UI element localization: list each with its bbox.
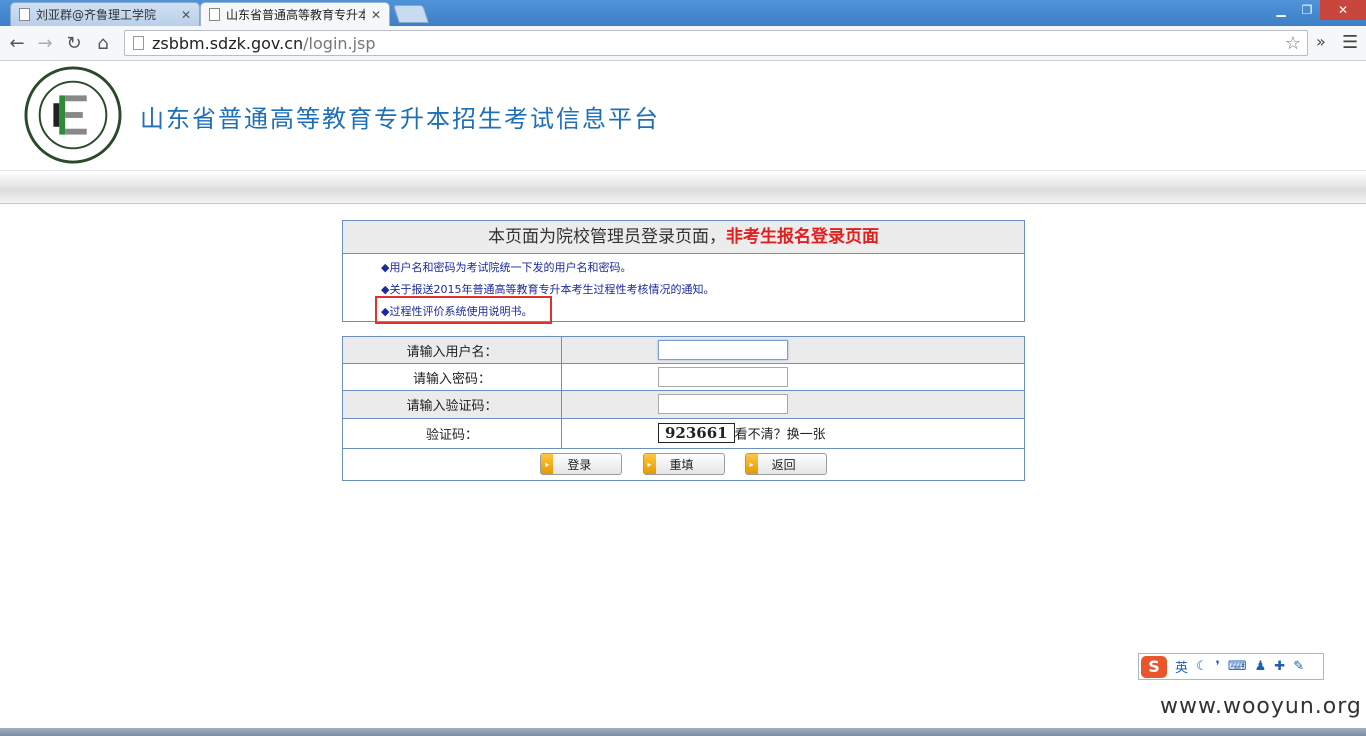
browser-tab-bar: 刘亚群@齐鲁理工学院 ✕ 山东省普通高等教育专升本 ✕ ▁ ❐ ✕ xyxy=(0,0,1366,26)
minimize-icon[interactable]: ▁ xyxy=(1268,0,1294,20)
username-cell xyxy=(561,335,1025,365)
password-input[interactable] xyxy=(658,367,788,388)
close-tab-icon[interactable]: ✕ xyxy=(371,8,381,22)
star-icon[interactable]: ☆ xyxy=(1285,33,1301,54)
button-cell: ▸ 登录 ▸ 重填 ▸ 返回 xyxy=(342,447,1025,482)
tab-label: 刘亚群@齐鲁理工学院 xyxy=(36,8,157,22)
password-label: 请输入密码： xyxy=(342,363,562,392)
keyboard-icon[interactable]: ⌨ xyxy=(1228,659,1247,674)
arrow-right-icon: ▸ xyxy=(643,454,656,475)
page-title: 山东省普通高等教育专升本招生考试信息平台 xyxy=(140,105,660,133)
tab-inactive[interactable]: 刘亚群@齐鲁理工学院 ✕ xyxy=(10,2,200,26)
captcha-label: 验证码： xyxy=(342,417,562,449)
extensions-chevron-icon[interactable]: » xyxy=(1316,32,1326,51)
tab-label: 山东省普通高等教育专升本 xyxy=(226,8,365,22)
window-controls: ▁ ❐ ✕ xyxy=(1268,0,1366,20)
login-form: 请输入用户名： 请输入密码： 请输入验证码： 验证码： 923661 看不清？换一… xyxy=(342,335,1025,482)
back-button-label: 返回 xyxy=(771,457,796,472)
browser-toolbar: ← → ↻ ⌂ zsbbm.sdzk.gov.cn/login.jsp ☆ » … xyxy=(0,26,1366,61)
login-button-label: 登录 xyxy=(567,457,592,472)
punctuation-icon[interactable]: ❜ xyxy=(1216,659,1220,674)
watermark: www.wooyun.org xyxy=(1160,694,1362,719)
form-row-captcha-input: 请输入验证码： xyxy=(342,390,1025,419)
notice-heading: 本页面为院校管理员登录页面，非考生报名登录页面 xyxy=(343,221,1024,254)
notice-item-text: 关于报送2015年普通高等教育专升本考生过程性考核情况的通知。 xyxy=(389,283,715,296)
form-row-buttons: ▸ 登录 ▸ 重填 ▸ 返回 xyxy=(342,447,1025,482)
page-icon xyxy=(209,8,220,21)
wrench-icon[interactable]: ✎ xyxy=(1293,659,1304,674)
captcha-input[interactable] xyxy=(658,394,788,415)
os-taskbar xyxy=(0,728,1366,736)
ime-toolbar: S 英 ☾ ❜ ⌨ ♟ ✚ ✎ xyxy=(1138,653,1324,680)
username-label: 请输入用户名： xyxy=(342,335,562,365)
back-button[interactable]: ▸ 返回 xyxy=(744,453,827,476)
form-row-username: 请输入用户名： xyxy=(342,335,1025,365)
username-input[interactable] xyxy=(658,340,788,361)
notice-item: ◆用户名和密码为考试院统一下发的用户名和密码。 xyxy=(381,259,631,275)
hamburger-menu-icon[interactable]: ☰ xyxy=(1342,32,1358,53)
page-icon xyxy=(133,36,144,50)
back-arrow-icon[interactable]: ← xyxy=(5,32,29,54)
arrow-right-icon: ▸ xyxy=(745,454,758,475)
close-window-icon[interactable]: ✕ xyxy=(1320,0,1366,20)
login-button[interactable]: ▸ 登录 xyxy=(540,453,623,476)
url-host: zsbbm.sdzk.gov.cn xyxy=(152,33,304,53)
captcha-input-cell xyxy=(561,390,1025,419)
reload-icon[interactable]: ↻ xyxy=(62,32,86,54)
moon-icon[interactable]: ☾ xyxy=(1196,659,1208,674)
new-tab-button[interactable] xyxy=(393,5,429,23)
reset-button[interactable]: ▸ 重填 xyxy=(642,453,725,476)
form-row-password: 请输入密码： xyxy=(342,363,1025,392)
notice-link-2015-report[interactable]: ◆关于报送2015年普通高等教育专升本考生过程性考核情况的通知。 xyxy=(381,281,714,297)
captcha-image[interactable]: 923661 xyxy=(658,423,735,444)
arrow-right-icon: ▸ xyxy=(541,454,554,475)
notice-heading-warning: 非考生报名登录页面 xyxy=(726,227,879,247)
skin-shirt-icon[interactable]: ✚ xyxy=(1274,659,1285,674)
page-icon xyxy=(19,8,30,21)
url-path: /login.jsp xyxy=(303,33,376,53)
close-tab-icon[interactable]: ✕ xyxy=(181,8,191,22)
sogou-logo-icon[interactable]: S xyxy=(1141,655,1167,678)
reset-button-label: 重填 xyxy=(669,457,694,472)
restore-icon[interactable]: ❐ xyxy=(1294,0,1320,20)
captcha-cell: 923661 看不清？换一张 xyxy=(561,417,1025,449)
ime-mode-toggle[interactable]: 英 xyxy=(1175,657,1188,676)
captcha-input-label: 请输入验证码： xyxy=(342,390,562,419)
red-highlight-box xyxy=(375,296,552,324)
form-row-captcha: 验证码： 923661 看不清？换一张 xyxy=(342,417,1025,449)
user-icon[interactable]: ♟ xyxy=(1255,659,1267,674)
forward-arrow-icon[interactable]: → xyxy=(33,32,57,54)
notice-heading-text: 本页面为院校管理员登录页面， xyxy=(488,227,726,247)
address-bar[interactable]: zsbbm.sdzk.gov.cn/login.jsp ☆ xyxy=(124,30,1308,56)
refresh-captcha-link[interactable]: 看不清？换一张 xyxy=(735,428,826,443)
notice-item-text: 用户名和密码为考试院统一下发的用户名和密码。 xyxy=(389,261,632,274)
site-header: 山东省普通高等教育专升本招生考试信息平台 xyxy=(0,61,1366,171)
home-icon[interactable]: ⌂ xyxy=(91,32,115,54)
password-cell xyxy=(561,363,1025,392)
exam-authority-logo xyxy=(24,66,122,164)
header-divider-band xyxy=(0,172,1366,204)
tab-active[interactable]: 山东省普通高等教育专升本 ✕ xyxy=(200,2,390,26)
